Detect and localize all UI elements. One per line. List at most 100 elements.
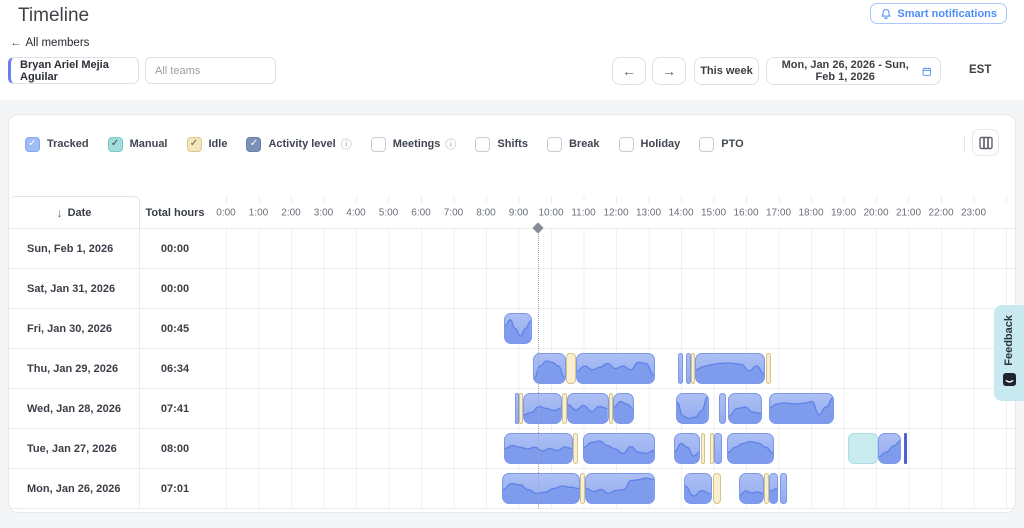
row-total-hours: 06:34: [160, 362, 190, 375]
tracked-segment[interactable]: [523, 393, 563, 424]
hour-label: 18:00: [798, 207, 824, 218]
filter-checkbox-pto[interactable]: PTO: [699, 136, 744, 152]
feedback-tab[interactable]: Feedback: [994, 305, 1024, 401]
checkbox-icon: [618, 136, 634, 152]
row-date: Mon, Jan 26, 2026: [9, 469, 140, 508]
info-icon[interactable]: ⓘ: [341, 136, 352, 152]
hour-label: 19:00: [830, 207, 857, 218]
feedback-label: Feedback: [1003, 315, 1015, 366]
table-row: Sun, Feb 1, 2026 00:00: [9, 229, 1015, 269]
left-arrow-icon: ←: [622, 63, 636, 79]
tracked-segment[interactable]: [612, 393, 634, 424]
total-hours-column-header: Total hours: [145, 206, 205, 219]
checkbox-icon: [699, 136, 715, 152]
tracked-segment[interactable]: [695, 353, 766, 384]
row-timeline: [210, 269, 1015, 308]
filter-label: Holiday: [640, 138, 681, 150]
page-title: Timeline: [18, 5, 90, 26]
idle-segment[interactable]: [565, 353, 577, 384]
tracked-segment[interactable]: [502, 473, 581, 504]
tracked-segment[interactable]: [673, 433, 701, 464]
columns-icon: [978, 136, 993, 149]
right-arrow-icon: →: [662, 63, 676, 79]
row-date: Wed, Jan 28, 2026: [9, 389, 140, 428]
top-header: Timeline ← All members Bryan Ariel Mejia …: [0, 0, 1024, 100]
filter-checkbox-meetings[interactable]: Meetings ⓘ: [370, 136, 456, 152]
date-column-header[interactable]: ↓ Date: [9, 196, 140, 229]
tracked-segment[interactable]: [684, 473, 712, 504]
tracked-segment[interactable]: [768, 393, 834, 424]
hour-label: 20:00: [863, 207, 889, 218]
smart-notifications-button[interactable]: Smart notifications: [870, 3, 1007, 24]
tracked-segment[interactable]: [685, 353, 691, 384]
this-week-button[interactable]: This week: [694, 57, 759, 85]
filter-checkbox-holiday[interactable]: Holiday: [618, 136, 681, 152]
tracked-segment[interactable]: [567, 393, 609, 424]
manual-segment[interactable]: [848, 433, 878, 464]
idle-segment[interactable]: [573, 433, 578, 464]
hour-label: 14:00: [668, 207, 694, 218]
member-filter-input[interactable]: Bryan Ariel Mejia Aguilar: [8, 57, 139, 84]
activity-wave-chart: [586, 477, 654, 503]
row-total-hours: 07:41: [160, 402, 190, 415]
hour-label: 23:00: [960, 207, 987, 218]
hours-header: 0:00 1:00 2:00 3:00 4:00 5:00 6:00 7:00 8:00 9:00…: [210, 196, 1015, 229]
checkbox-icon: ✓: [107, 136, 123, 152]
filter-checkbox-break[interactable]: Break: [546, 136, 600, 152]
timeline-table: ↓ Date Total hours 0:00 1:00 2:00 3:00 4:00 5…: [9, 196, 1015, 509]
current-time-line: [538, 229, 539, 509]
row-date: Tue, Jan 27, 2026: [9, 429, 140, 468]
hour-label: 9:00: [508, 207, 529, 218]
tracked-segment[interactable]: [726, 433, 774, 464]
filter-checkbox-idle[interactable]: ✓ Idle: [186, 136, 227, 152]
table-row: Sat, Jan 31, 2026 00:00: [9, 269, 1015, 309]
previous-week-button[interactable]: ←: [612, 57, 646, 85]
activity-wave-chart: [769, 487, 777, 503]
tracked-segment[interactable]: [576, 353, 655, 384]
tracked-segment[interactable]: [719, 393, 727, 424]
back-arrow-icon: ←: [10, 37, 22, 49]
idle-segment[interactable]: [712, 473, 721, 504]
filter-checkbox-tracked[interactable]: ✓ Tracked: [25, 136, 89, 152]
hour-label: 7:00: [443, 207, 464, 218]
row-timeline: [210, 469, 1015, 508]
filter-checkbox-activity-level[interactable]: ✓ Activity level ⓘ: [246, 136, 352, 152]
tracked-segment[interactable]: [780, 473, 787, 504]
activity-wave-chart: [583, 440, 654, 463]
hour-label: 22:00: [928, 207, 954, 218]
activity-wave-chart: [674, 442, 700, 463]
date-range-picker[interactable]: Mon, Jan 26, 2026 - Sun, Feb 1, 2026: [766, 57, 941, 85]
hour-label: 0:00: [216, 207, 236, 218]
tracked-segment[interactable]: [714, 433, 722, 464]
hour-label: 3:00: [313, 207, 334, 218]
row-timeline: [210, 429, 1015, 468]
tracked-segment[interactable]: [768, 473, 778, 504]
checkbox-icon: ✓: [186, 136, 202, 152]
tracked-segment[interactable]: [676, 393, 709, 424]
line-segment[interactable]: [903, 433, 907, 464]
hour-label: 1:00: [248, 207, 269, 218]
idle-segment[interactable]: [766, 353, 771, 384]
columns-settings-button[interactable]: [972, 129, 999, 156]
filter-checkbox-shifts[interactable]: Shifts: [475, 136, 528, 152]
tracked-segment[interactable]: [503, 313, 532, 344]
filter-checkbox-manual[interactable]: ✓ Manual: [107, 136, 168, 152]
tracked-segment[interactable]: [585, 473, 655, 504]
tracked-segment[interactable]: [677, 353, 684, 384]
activity-wave-chart: [878, 439, 901, 463]
activity-wave-chart: [769, 397, 833, 423]
info-icon[interactable]: ⓘ: [445, 136, 456, 152]
activity-wave-chart: [504, 319, 531, 343]
tracked-segment[interactable]: [877, 433, 902, 464]
next-week-button[interactable]: →: [652, 57, 686, 85]
tracked-segment[interactable]: [738, 473, 764, 504]
row-date: Sun, Feb 1, 2026: [9, 229, 140, 268]
hour-label: 13:00: [635, 207, 662, 218]
teams-filter-input[interactable]: All teams: [145, 57, 276, 84]
idle-segment[interactable]: [700, 433, 706, 464]
calendar-icon: [922, 66, 932, 76]
tracked-segment[interactable]: [728, 393, 763, 424]
tracked-segment[interactable]: [582, 433, 655, 464]
hour-label: 10:00: [538, 207, 564, 218]
back-to-all-members-link[interactable]: ← All members: [10, 37, 89, 49]
